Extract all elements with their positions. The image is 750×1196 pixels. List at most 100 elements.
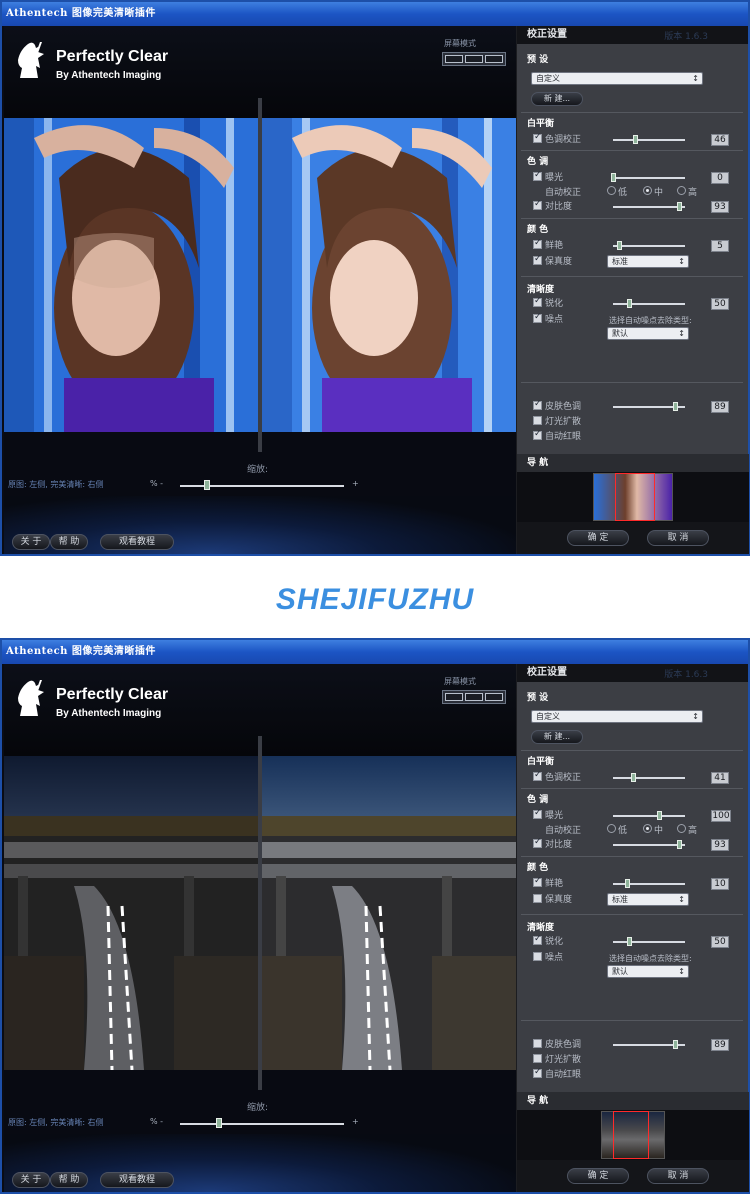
contrast-value[interactable]: 93 bbox=[711, 201, 729, 213]
sharpen-value[interactable]: 50 bbox=[711, 298, 729, 310]
noise-select[interactable]: 默认 bbox=[607, 965, 689, 978]
contrast-slider[interactable] bbox=[613, 844, 685, 846]
vivid-value[interactable]: 10 bbox=[711, 878, 729, 890]
tint-slider[interactable] bbox=[613, 139, 685, 141]
preset-select[interactable]: 自定义 bbox=[531, 72, 703, 85]
sharpen-slider[interactable] bbox=[613, 941, 685, 943]
mode-split-icon[interactable] bbox=[465, 693, 483, 701]
new-preset-button[interactable]: 新 建... bbox=[531, 92, 583, 106]
exposure-checkbox[interactable] bbox=[533, 170, 542, 181]
vivid-slider[interactable] bbox=[613, 883, 685, 885]
redeye-checkbox[interactable] bbox=[533, 1067, 542, 1078]
new-preset-button[interactable]: 新 建... bbox=[531, 730, 583, 744]
contrast-slider-thumb[interactable] bbox=[677, 202, 682, 211]
sharpen-slider-thumb[interactable] bbox=[627, 937, 632, 946]
mode-stack-icon[interactable] bbox=[485, 55, 503, 63]
exposure-slider-thumb[interactable] bbox=[657, 811, 662, 820]
ok-button[interactable]: 确 定 bbox=[567, 530, 629, 546]
tone-heading: 色 调 bbox=[527, 157, 549, 167]
redeye-checkbox[interactable] bbox=[533, 429, 542, 440]
zoom-plus[interactable]: + bbox=[352, 479, 359, 488]
zoom-slider-track[interactable] bbox=[180, 1123, 344, 1125]
vivid-value[interactable]: 5 bbox=[711, 240, 729, 252]
ok-button[interactable]: 确 定 bbox=[567, 1168, 629, 1184]
fidelity-select[interactable]: 标准 bbox=[607, 255, 689, 268]
tint-value[interactable]: 46 bbox=[711, 134, 729, 146]
fidelity-checkbox[interactable] bbox=[533, 254, 542, 265]
skin-checkbox[interactable] bbox=[533, 1039, 542, 1048]
zoom-plus[interactable]: + bbox=[352, 1117, 359, 1126]
skin-value[interactable]: 89 bbox=[711, 1039, 729, 1051]
preset-select[interactable]: 自定义 bbox=[531, 710, 703, 723]
tint-slider-thumb[interactable] bbox=[631, 773, 636, 782]
vivid-checkbox[interactable] bbox=[533, 238, 542, 249]
noise-select[interactable]: 默认 bbox=[607, 327, 689, 340]
sharpen-slider-thumb[interactable] bbox=[627, 299, 632, 308]
screen-mode-buttons[interactable] bbox=[442, 690, 506, 704]
mode-single-icon[interactable] bbox=[445, 693, 463, 701]
fidelity-select[interactable]: 标准 bbox=[607, 893, 689, 906]
radio-mid[interactable] bbox=[643, 824, 652, 833]
tint-slider-thumb[interactable] bbox=[633, 135, 638, 144]
tone-heading: 色 调 bbox=[527, 795, 549, 805]
sharpen-slider[interactable] bbox=[613, 303, 685, 305]
skin-slider-thumb[interactable] bbox=[673, 402, 678, 411]
zoom-slider-thumb[interactable] bbox=[216, 1118, 222, 1128]
radio-low[interactable] bbox=[607, 824, 616, 833]
mode-stack-icon[interactable] bbox=[485, 693, 503, 701]
tutorial-button[interactable]: 观看教程 bbox=[100, 534, 174, 550]
tutorial-button[interactable]: 观看教程 bbox=[100, 1172, 174, 1188]
vivid-slider-thumb[interactable] bbox=[625, 879, 630, 888]
skin-slider-thumb[interactable] bbox=[673, 1040, 678, 1049]
contrast-checkbox[interactable] bbox=[533, 837, 542, 848]
exposure-slider[interactable] bbox=[613, 815, 685, 817]
exposure-checkbox[interactable] bbox=[533, 808, 542, 819]
tint-checkbox[interactable] bbox=[533, 132, 542, 143]
navigator-viewport-frame[interactable] bbox=[613, 1111, 649, 1159]
light-checkbox[interactable] bbox=[533, 1054, 542, 1063]
exposure-slider-thumb[interactable] bbox=[611, 173, 616, 182]
contrast-checkbox[interactable] bbox=[533, 199, 542, 210]
help-button[interactable]: 帮 助 bbox=[50, 534, 88, 550]
zoom-slider-thumb[interactable] bbox=[204, 480, 210, 490]
sharpen-checkbox[interactable] bbox=[533, 934, 542, 945]
about-button[interactable]: 关 于 bbox=[12, 1172, 50, 1188]
light-checkbox[interactable] bbox=[533, 416, 542, 425]
mode-single-icon[interactable] bbox=[445, 55, 463, 63]
navigator-viewport-frame[interactable] bbox=[615, 473, 655, 521]
exposure-slider[interactable] bbox=[613, 177, 685, 179]
radio-mid[interactable] bbox=[643, 186, 652, 195]
radio-high[interactable] bbox=[677, 186, 686, 195]
exposure-value[interactable]: 100 bbox=[711, 810, 731, 822]
fidelity-checkbox[interactable] bbox=[533, 894, 542, 903]
radio-low[interactable] bbox=[607, 186, 616, 195]
skin-value[interactable]: 89 bbox=[711, 401, 729, 413]
separator bbox=[521, 914, 743, 915]
watermark-text: SHEJIFUZHU bbox=[275, 583, 475, 616]
zoom-minus[interactable]: % - bbox=[150, 1117, 163, 1126]
vivid-slider-thumb[interactable] bbox=[617, 241, 622, 250]
about-button[interactable]: 关 于 bbox=[12, 534, 50, 550]
radio-high[interactable] bbox=[677, 824, 686, 833]
contrast-value[interactable]: 93 bbox=[711, 839, 729, 851]
noise-checkbox[interactable] bbox=[533, 952, 542, 961]
skin-checkbox[interactable] bbox=[533, 399, 542, 410]
screen-mode-buttons[interactable] bbox=[442, 52, 506, 66]
cancel-button[interactable]: 取 消 bbox=[647, 1168, 709, 1184]
mode-split-icon[interactable] bbox=[465, 55, 483, 63]
cancel-button[interactable]: 取 消 bbox=[647, 530, 709, 546]
noise-checkbox[interactable] bbox=[533, 312, 542, 323]
contrast-slider[interactable] bbox=[613, 206, 685, 208]
enhanced-image bbox=[262, 756, 516, 1070]
zoom-minus[interactable]: % - bbox=[150, 479, 163, 488]
vivid-checkbox[interactable] bbox=[533, 876, 542, 887]
sharpen-checkbox[interactable] bbox=[533, 296, 542, 307]
tint-checkbox[interactable] bbox=[533, 770, 542, 781]
tint-value[interactable]: 41 bbox=[711, 772, 729, 784]
exposure-value[interactable]: 0 bbox=[711, 172, 729, 184]
vivid-slider[interactable] bbox=[613, 245, 685, 247]
contrast-slider-thumb[interactable] bbox=[677, 840, 682, 849]
tint-slider[interactable] bbox=[613, 777, 685, 779]
sharpen-value[interactable]: 50 bbox=[711, 936, 729, 948]
help-button[interactable]: 帮 助 bbox=[50, 1172, 88, 1188]
